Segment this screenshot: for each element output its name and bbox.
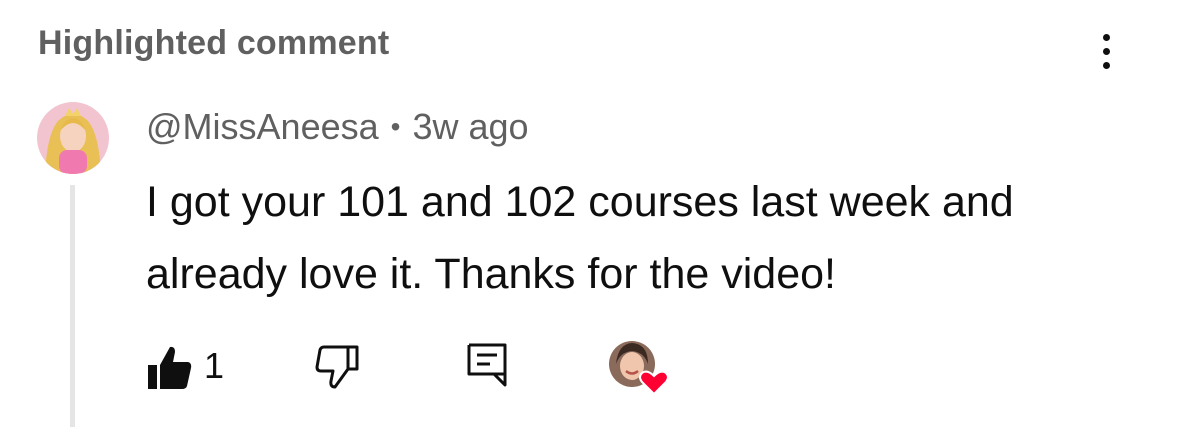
- heart-icon: [639, 370, 669, 396]
- creator-avatar: [609, 341, 669, 396]
- author-handle[interactable]: @MissAneesa: [146, 106, 379, 148]
- reply-comment-icon: [467, 343, 507, 387]
- like-button[interactable]: [146, 343, 194, 391]
- section-title: Highlighted comment: [38, 24, 390, 62]
- thread-line: [70, 185, 75, 427]
- meta-separator: •: [390, 111, 401, 142]
- comment-timestamp[interactable]: 3w ago: [412, 106, 528, 148]
- comment-text: I got your 101 and 102 courses last week…: [146, 178, 1014, 298]
- more-vertical-icon: [1102, 33, 1110, 41]
- dislike-button[interactable]: [314, 343, 360, 391]
- author-avatar[interactable]: [37, 102, 109, 174]
- thumbs-up-icon: [148, 346, 192, 389]
- more-vertical-icon-dot-2: [1102, 47, 1110, 55]
- creator-heart-badge[interactable]: [608, 340, 672, 400]
- reply-button[interactable]: [464, 340, 510, 390]
- avatar-image: [37, 102, 109, 174]
- more-options-button[interactable]: [1088, 30, 1124, 72]
- thumbs-down-icon: [315, 345, 359, 389]
- more-vertical-icon-dot-3: [1102, 61, 1110, 69]
- like-count: 1: [204, 345, 225, 386]
- comment-meta: @MissAneesa • 3w ago: [146, 106, 529, 148]
